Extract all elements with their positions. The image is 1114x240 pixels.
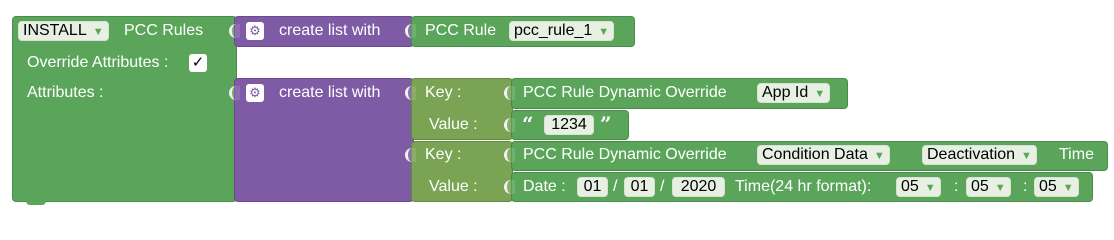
pair-1-key-label: Key : (425, 84, 462, 101)
pair-1-value-label: Value : (429, 116, 478, 133)
dropdown-arrow-icon: ▼ (598, 26, 610, 38)
pair-1-string-field[interactable]: 1234 (544, 115, 594, 135)
install-action-value: INSTALL (23, 22, 87, 39)
date-label: Date : (523, 178, 566, 195)
time-second-dropdown[interactable]: 05 ▼ (1034, 177, 1079, 197)
date-year-field[interactable]: 2020 (672, 177, 725, 197)
time-hour-value: 05 (901, 178, 919, 195)
rules-list-label: create list with (279, 22, 381, 39)
rules-list-connector (229, 24, 240, 38)
open-quote-icon: “ (522, 112, 534, 136)
attributes-list-label: create list with (279, 84, 381, 101)
pair-1-key-connector (504, 86, 515, 100)
pcc-rule-label: PCC Rule (425, 22, 497, 39)
attributes-list-connector (229, 86, 240, 100)
date-sep-2: / (660, 178, 665, 195)
install-title: PCC Rules (124, 22, 204, 39)
install-block[interactable] (12, 16, 237, 202)
dropdown-arrow-icon: ▼ (814, 88, 826, 100)
time-minute-value: 05 (971, 178, 989, 195)
install-action-dropdown[interactable]: INSTALL ▼ (18, 21, 109, 41)
dropdown-arrow-icon: ▼ (924, 182, 936, 194)
install-block-bottom-tab (26, 200, 46, 205)
pair-1-key-value: App Id (762, 84, 809, 101)
pair-1-value-connector (504, 118, 515, 132)
pair-2-connector (405, 148, 416, 162)
pair-1-string-value: 1234 (551, 116, 587, 133)
pair-2-key-dropdown[interactable]: Condition Data ▼ (757, 145, 890, 165)
override-attributes-checkbox[interactable]: ✓ (189, 54, 207, 72)
pair-2-key-dropdown-2[interactable]: Deactivation ▼ (922, 145, 1037, 165)
pcc-rule-dropdown[interactable]: pcc_rule_1 ▼ (509, 21, 615, 41)
time-minute-dropdown[interactable]: 05 ▼ (966, 177, 1011, 197)
attributes-label: Attributes : (27, 84, 104, 101)
pair-2-key-connector (504, 148, 515, 162)
gear-icon[interactable]: ⚙ (246, 84, 264, 102)
override-attributes-label: Override Attributes : (27, 54, 169, 71)
pair-2-value-connector (504, 180, 515, 194)
close-quote-icon: ” (600, 112, 612, 136)
dropdown-arrow-icon: ▼ (92, 26, 104, 38)
dropdown-arrow-icon: ▼ (994, 182, 1006, 194)
checkmark-icon: ✓ (191, 54, 205, 71)
gear-icon[interactable]: ⚙ (246, 22, 264, 40)
date-day-field[interactable]: 01 (577, 177, 608, 197)
pair-2-key-value: Condition Data (762, 146, 868, 163)
pair-1-connector (405, 86, 416, 100)
pair-1-key-text: PCC Rule Dynamic Override (523, 84, 727, 101)
date-sep-1: / (613, 178, 618, 195)
pair-2-key-suffix: Time (1059, 146, 1094, 163)
time-hour-dropdown[interactable]: 05 ▼ (896, 177, 941, 197)
date-month-value: 01 (630, 178, 649, 195)
pair-2-key-text: PCC Rule Dynamic Override (523, 146, 727, 163)
pcc-rule-value: pcc_rule_1 (514, 22, 593, 39)
pcc-rule-connector (405, 24, 416, 38)
dropdown-arrow-icon: ▼ (1021, 150, 1032, 162)
time-label: Time(24 hr format): (735, 178, 872, 195)
time-sep-1: : (954, 178, 959, 195)
date-year-value: 2020 (680, 178, 717, 195)
pair-2-key-label: Key : (425, 146, 462, 163)
pair-2-value-label: Value : (429, 178, 478, 195)
date-month-field[interactable]: 01 (624, 177, 655, 197)
pair-1-key-dropdown[interactable]: App Id ▼ (757, 83, 831, 103)
pair-2-key-value-2: Deactivation (927, 146, 1016, 163)
time-sep-2: : (1023, 178, 1028, 195)
dropdown-arrow-icon: ▼ (873, 150, 885, 162)
time-second-value: 05 (1039, 178, 1057, 195)
dropdown-arrow-icon: ▼ (1062, 182, 1074, 194)
date-day-value: 01 (583, 178, 602, 195)
